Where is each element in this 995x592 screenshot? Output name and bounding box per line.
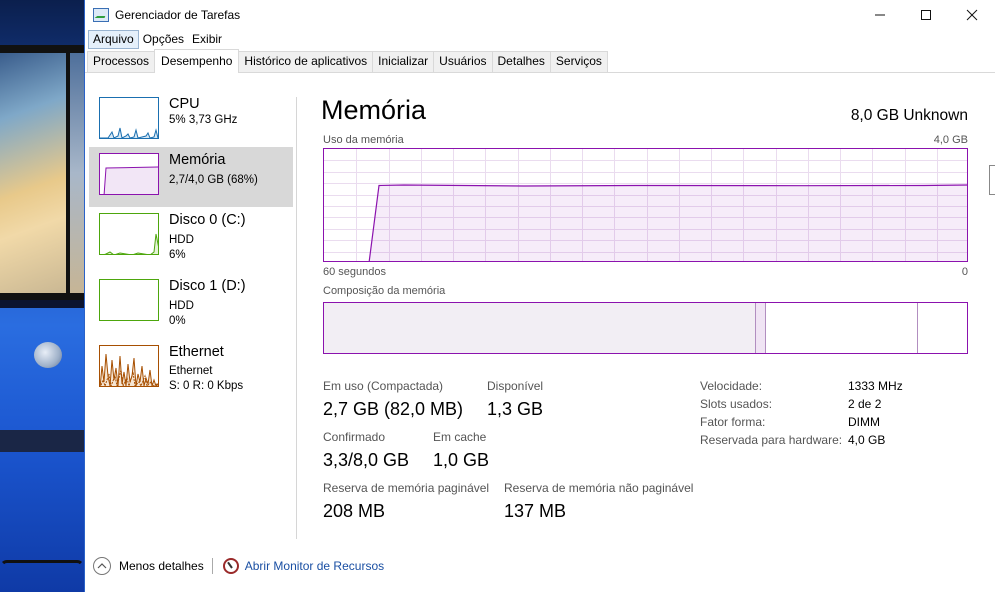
usage-graph-max: 4,0 GB	[933, 134, 968, 146]
tab-inicializar[interactable]: Inicializar	[372, 51, 435, 72]
sidebar-item-disco-1[interactable]: Disco 1 (D:) HDD 0%	[89, 273, 293, 333]
spec-speed-label: Velocidade:	[700, 379, 763, 393]
close-icon	[966, 9, 978, 21]
usage-area	[369, 184, 967, 261]
composition-modified[interactable]	[756, 303, 765, 353]
nonpaged-pool-value: 137 MB	[504, 501, 567, 521]
task-manager-icon	[93, 8, 109, 22]
spec-reserved-value: 4,0 GB	[848, 433, 886, 447]
sidebar-item-detail: 2,7/4,0 GB (68%)	[169, 174, 258, 186]
available-value: 1,3 GB	[487, 399, 544, 419]
menu-opcoes[interactable]: Opções	[139, 30, 188, 49]
sidebar-item-label: Disco 1 (D:)	[169, 278, 246, 294]
tab-servicos[interactable]: Serviços	[549, 51, 608, 72]
maximize-icon	[921, 10, 931, 20]
composition-standby[interactable]	[766, 303, 917, 353]
cached-label: Em cache	[433, 430, 487, 444]
composition-free[interactable]	[918, 303, 967, 353]
sidebar-item-memoria[interactable]: Memória 2,7/4,0 GB (68%)	[89, 147, 293, 207]
sidebar-item-ethernet[interactable]: Ethernet Ethernet S: 0 R: 0 Kbps	[89, 339, 293, 399]
scrollbar-edge[interactable]	[989, 165, 995, 195]
task-manager-window: Gerenciador de Tarefas Arquivo Opções Ex…	[84, 0, 995, 592]
desktop-object-image	[34, 342, 62, 368]
ethernet-thumbnail-graph	[99, 345, 159, 387]
sidebar-item-label: CPU	[169, 96, 200, 112]
desktop-background	[0, 0, 84, 592]
composition-label: Composição da memória	[323, 285, 446, 297]
tab-detalhes[interactable]: Detalhes	[491, 51, 551, 72]
less-details-button[interactable]: Menos detalhes	[93, 557, 204, 575]
spec-speed-value: 1333 MHz	[848, 379, 903, 393]
tab-processos[interactable]: Processos	[87, 51, 156, 72]
disk1-thumbnail-graph	[99, 279, 159, 321]
memory-composition-bar	[323, 302, 968, 354]
chevron-up-icon	[93, 557, 111, 575]
memory-usage-graph	[323, 148, 968, 262]
spec-slots-label: Slots usados:	[700, 397, 773, 411]
graph-time-left: 60 segundos	[323, 266, 386, 278]
menu-bar: Arquivo Opções Exibir	[85, 30, 995, 49]
memory-total: 8,0 GB Unknown	[850, 107, 968, 124]
resource-monitor-link[interactable]: Abrir Monitor de Recursos	[245, 559, 384, 573]
cpu-thumbnail-graph	[99, 97, 159, 139]
tab-usuarios[interactable]: Usuários	[433, 51, 493, 72]
memory-thumbnail-graph	[99, 153, 159, 195]
spec-slots-value: 2 de 2	[848, 397, 882, 411]
nonpaged-pool-label: Reserva de memória não paginável	[504, 481, 694, 495]
in-use-value: 2,7 GB (82,0 MB)	[323, 399, 464, 419]
sidebar-item-detail: 5% 3,73 GHz	[169, 114, 238, 126]
sidebar-item-label: Ethernet	[169, 344, 224, 360]
sidebar-item-usage: 0%	[169, 315, 186, 327]
sidebar-item-label: Memória	[169, 152, 226, 168]
resource-monitor-icon	[222, 558, 239, 574]
committed-label: Confirmado	[323, 430, 386, 444]
cached-value: 1,0 GB	[433, 450, 490, 470]
sidebar-item-detail: HDD	[169, 234, 194, 246]
tab-bar: Processos Desempenho Histórico de aplica…	[85, 49, 995, 73]
sidebar-item-disco-0[interactable]: Disco 0 (C:) HDD 6%	[89, 207, 293, 267]
composition-in-use[interactable]	[324, 303, 755, 353]
sidebar-item-label: Disco 0 (C:)	[169, 212, 246, 228]
spec-reserved-label: Reservada para hardware:	[700, 433, 843, 447]
spec-form-factor-label: Fator forma:	[700, 415, 766, 429]
committed-value: 3,3/8,0 GB	[323, 450, 410, 470]
close-button[interactable]	[949, 0, 995, 30]
window-title: Gerenciador de Tarefas	[115, 8, 241, 22]
sidebar-item-detail: HDD	[169, 300, 194, 312]
sidebar-item-detail: Ethernet	[169, 365, 213, 377]
sidebar-divider	[296, 97, 297, 539]
in-use-label: Em uso (Compactada)	[323, 379, 444, 393]
less-details-label: Menos detalhes	[119, 559, 204, 573]
menu-arquivo[interactable]: Arquivo	[88, 30, 139, 49]
spec-form-factor-value: DIMM	[848, 415, 880, 429]
menu-exibir[interactable]: Exibir	[188, 30, 226, 49]
page-title: Memória	[321, 95, 427, 125]
paged-pool-label: Reserva de memória paginável	[323, 481, 490, 495]
paged-pool-value: 208 MB	[323, 501, 386, 521]
tab-desempenho[interactable]: Desempenho	[154, 49, 240, 73]
usage-graph-label: Uso da memória	[323, 134, 404, 146]
sidebar-item-cpu[interactable]: CPU 5% 3,73 GHz	[89, 91, 293, 151]
desktop-monitor-image	[0, 45, 84, 300]
sidebar-item-usage: 6%	[169, 249, 186, 261]
tab-historico[interactable]: Histórico de aplicativos	[238, 51, 374, 72]
maximize-button[interactable]	[903, 0, 949, 30]
graph-time-right: 0	[961, 266, 968, 278]
minimize-icon	[875, 14, 885, 16]
footer-bar: Menos detalhes Abrir Monitor de Recursos	[93, 556, 384, 576]
available-label: Disponível	[487, 379, 544, 393]
sidebar-item-throughput: S: 0 R: 0 Kbps	[169, 380, 244, 392]
disk0-thumbnail-graph	[99, 213, 159, 255]
title-bar[interactable]: Gerenciador de Tarefas	[85, 0, 995, 30]
minimize-button[interactable]	[857, 0, 903, 30]
